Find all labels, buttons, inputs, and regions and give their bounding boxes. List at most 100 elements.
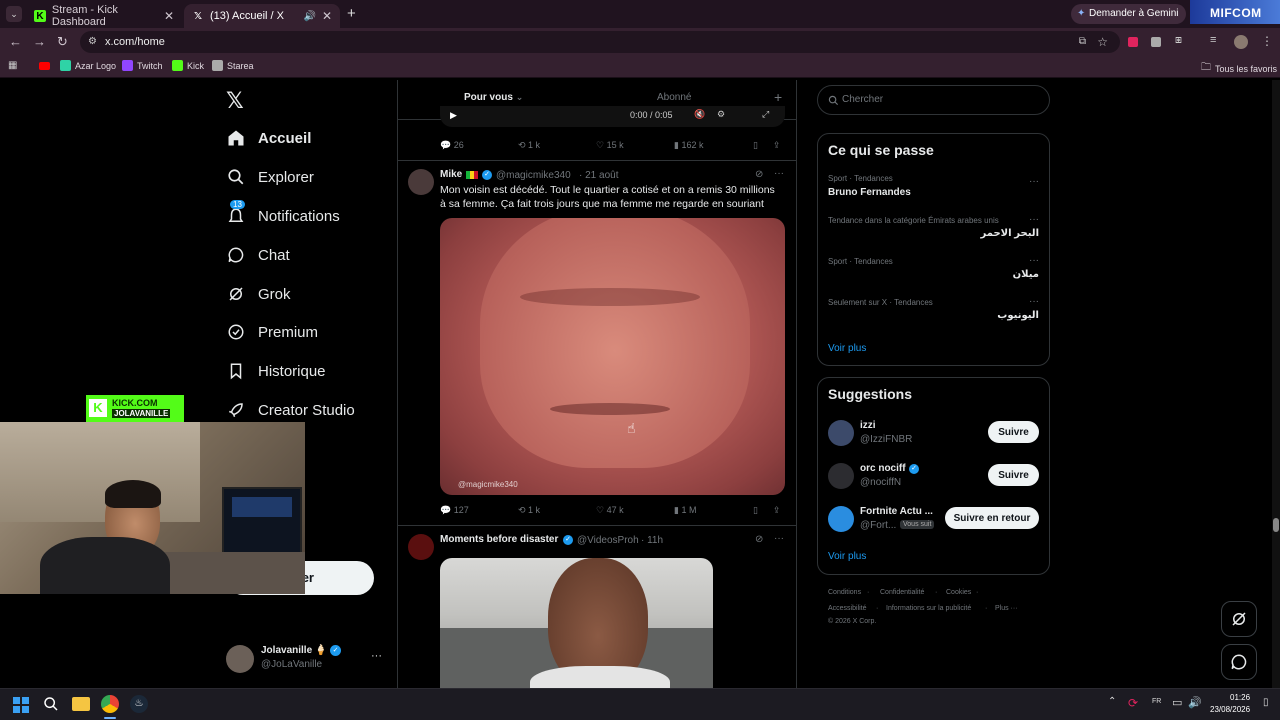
new-tab-button[interactable]: + (347, 5, 356, 22)
tweet-media[interactable] (440, 558, 713, 688)
settings-icon[interactable]: ⚙ (717, 109, 725, 120)
bookmark-star-icon[interactable]: ☆ (1097, 31, 1108, 53)
follow-button[interactable]: Suivre (988, 464, 1039, 486)
add-tab-icon[interactable]: + (774, 89, 782, 105)
views-action[interactable]: ▮ 1 M (674, 505, 696, 516)
reload-icon[interactable]: ↻ (57, 34, 68, 50)
forward-icon[interactable]: → (33, 34, 46, 49)
sidebar-item-grok[interactable]: Grok (226, 279, 291, 309)
apps-grid-icon[interactable]: ▦ (8, 60, 17, 71)
follow-back-button[interactable]: Suivre en retour (945, 507, 1039, 529)
sidebar-item-premium[interactable]: Premium (226, 317, 318, 347)
tweet-time[interactable]: · 21 août (579, 170, 618, 181)
suggestion-avatar[interactable] (828, 463, 854, 489)
more-options-icon[interactable]: ··· (774, 168, 784, 179)
trend-item[interactable]: Sport · Tendances ميلان ··· (818, 255, 1049, 291)
footer-link-ads-info[interactable]: Informations sur la publicité (886, 605, 971, 612)
profile-avatar[interactable] (1234, 35, 1248, 49)
tray-language-icon[interactable]: FR (1152, 698, 1161, 705)
sidebar-item-home[interactable]: Accueil (226, 123, 311, 153)
sidebar-item-chat[interactable]: Chat (226, 240, 290, 270)
fullscreen-icon[interactable]: ⤢ (762, 109, 769, 120)
footer-link-cookies[interactable]: Cookies (946, 589, 971, 596)
trend-item[interactable]: Tendance dans la catégorie Émirats arabe… (818, 214, 1049, 250)
tweet-avatar[interactable] (408, 534, 434, 560)
tweet-moments-before-disaster[interactable]: Moments before disaster ✓ @VideosProh · … (398, 526, 796, 688)
browser-menu-icon[interactable]: ⋮ (1261, 34, 1273, 48)
mute-icon[interactable]: 🔇 (694, 109, 705, 120)
tab-for-you[interactable]: Pour vous ⌄ (464, 92, 523, 103)
suggestion-avatar[interactable] (828, 420, 854, 446)
more-options-icon[interactable]: ··· (371, 650, 382, 662)
share-action-icon[interactable]: ⇪ (773, 140, 781, 151)
tab-list-icon[interactable]: ⌄ (6, 6, 22, 22)
back-icon[interactable]: ← (9, 34, 22, 49)
suggestion-avatar[interactable] (828, 506, 854, 532)
like-action[interactable]: ♡ 15 k (596, 140, 624, 151)
clock-date[interactable]: 23/08/2026 (1210, 705, 1250, 714)
x-logo-icon[interactable]: 𝕏 (226, 88, 244, 114)
media-control-icon[interactable]: ≡ (1210, 34, 1216, 46)
reply-action[interactable]: 💬 127 (440, 505, 469, 516)
extensions-puzzle-icon[interactable]: ⧆ (1175, 34, 1182, 47)
grok-explain-icon[interactable]: ⊘ (755, 534, 763, 545)
tab-following[interactable]: Abonné (657, 92, 691, 103)
tweet-handle[interactable]: @magicmike340 (496, 170, 571, 181)
more-options-icon[interactable]: ··· (1029, 255, 1039, 266)
share-action-icon[interactable]: ⇪ (773, 505, 781, 516)
more-options-icon[interactable]: ··· (1029, 176, 1039, 187)
play-icon[interactable]: ▶ (450, 110, 457, 121)
reply-action[interactable]: 💬 26 (440, 140, 464, 151)
scrollbar-thumb[interactable] (1273, 518, 1279, 532)
footer-link-more[interactable]: Plus ··· (995, 605, 1018, 612)
sidebar-item-notifications[interactable]: 13 Notifications (226, 200, 340, 231)
tweet-author-name[interactable]: Moments before disaster (440, 534, 558, 545)
retweet-action[interactable]: ⟲ 1 k (518, 140, 540, 151)
more-options-icon[interactable]: ··· (1029, 296, 1039, 307)
bookmark-starea[interactable]: Starea (212, 60, 254, 71)
address-bar[interactable]: ⚙ x.com/home ⧉ ☆ (80, 31, 1120, 53)
tweet-mike[interactable]: Mike ✓ @magicmike340 · 21 août ⊘ ··· Mon… (398, 161, 796, 526)
site-info-icon[interactable]: ⚙ (88, 31, 97, 53)
install-app-icon[interactable]: ⧉ (1079, 31, 1086, 53)
extension-icon-1[interactable] (1128, 37, 1138, 47)
clock-time[interactable]: 01:26 (1230, 693, 1250, 702)
tray-app-icon[interactable]: ⟳ (1128, 696, 1138, 710)
bookmark-kick[interactable]: Kick (172, 60, 204, 71)
suggestion-item[interactable]: orc nociff ✓ @nociffN Suivre (818, 461, 1049, 493)
tab-kick-dashboard[interactable]: K Stream - Kick Dashboard ✕ (26, 4, 182, 28)
suggestion-item[interactable]: izzi @IzziFNBR Suivre (818, 418, 1049, 450)
bookmark-action-icon[interactable]: ▯ (753, 140, 758, 151)
chat-floating-button[interactable] (1221, 644, 1257, 680)
extension-icon-2[interactable] (1151, 37, 1161, 47)
trend-item[interactable]: Seulement sur X · Tendances اليونيوب ··· (818, 296, 1049, 332)
close-tab-icon[interactable]: ✕ (164, 9, 174, 23)
tweet-avatar[interactable] (408, 169, 434, 195)
views-action[interactable]: ▮ 162 k (674, 140, 703, 151)
grok-explain-icon[interactable]: ⊘ (755, 169, 763, 180)
notification-center-icon[interactable]: ▯ (1263, 697, 1269, 708)
tab-x-home[interactable]: 𝕏 (13) Accueil / X 🔊 ✕ (184, 4, 340, 28)
sidebar-item-explore[interactable]: Explorer (226, 162, 314, 192)
tweet-author-name[interactable]: Mike (440, 169, 462, 180)
suggestions-show-more-link[interactable]: Voir plus (828, 551, 866, 562)
bookmark-twitch[interactable]: Twitch (122, 60, 163, 71)
volume-icon[interactable]: 🔊 (1188, 696, 1202, 709)
more-options-icon[interactable]: ··· (774, 533, 784, 544)
gemini-button[interactable]: ✦ Demander à Gemini (1071, 4, 1187, 24)
tweet-time[interactable]: · 11h (641, 535, 663, 546)
bookmark-azar-logo[interactable]: Azar Logo (60, 60, 116, 71)
tweet-handle[interactable]: @VideosProh (577, 535, 639, 546)
trends-show-more-link[interactable]: Voir plus (828, 343, 866, 354)
footer-link-accessibility[interactable]: Accessibilité (828, 605, 867, 612)
tray-chevron-up-icon[interactable]: ⌃ (1108, 696, 1116, 707)
file-explorer-icon[interactable] (72, 697, 90, 711)
retweet-action[interactable]: ⟲ 1 k (518, 505, 540, 516)
speaker-icon[interactable]: 🔊 (304, 11, 316, 22)
all-bookmarks-folder[interactable]: 🗀 Tous les favoris (1201, 60, 1277, 77)
youtube-bookmark-icon[interactable] (39, 62, 50, 70)
tweet-media[interactable]: @magicmike340 (440, 218, 785, 495)
more-options-icon[interactable]: ··· (1029, 214, 1039, 225)
footer-link-privacy[interactable]: Confidentialité (880, 589, 924, 596)
steam-icon[interactable]: ♨ (130, 695, 148, 713)
